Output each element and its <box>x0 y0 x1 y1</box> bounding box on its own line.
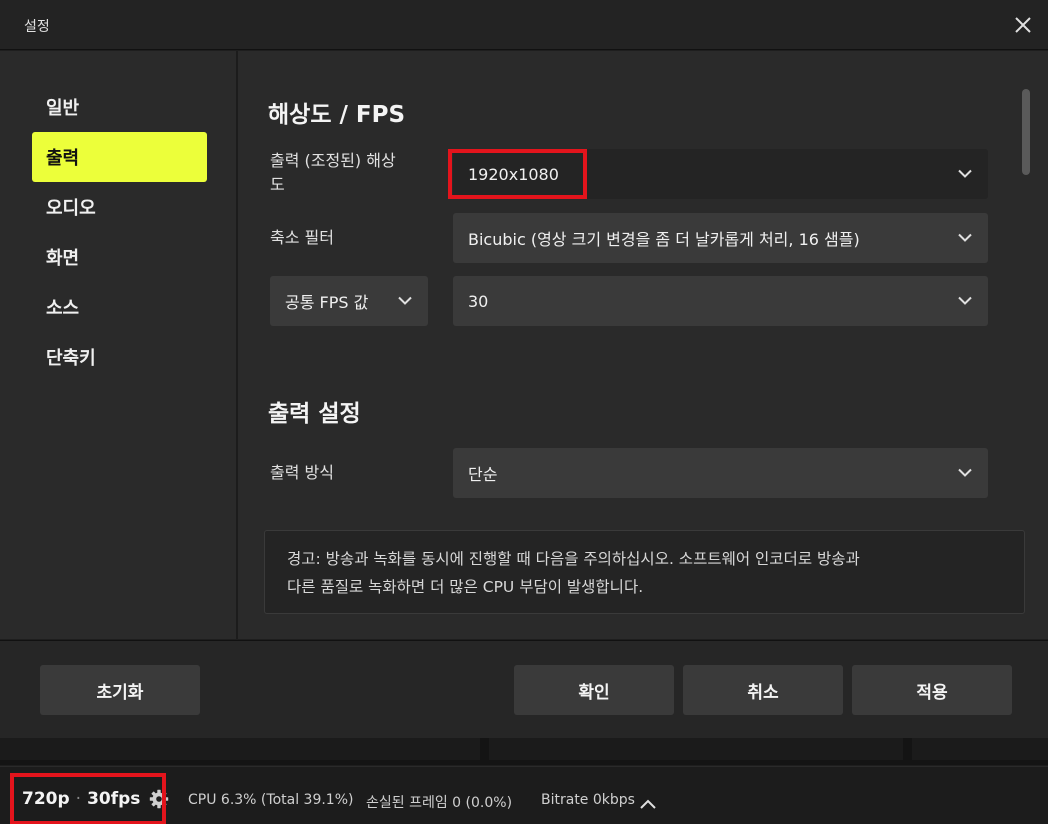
separator-dot: · <box>75 789 82 809</box>
sidebar-item-label: 화면 <box>46 248 80 269</box>
status-resolution: 720p <box>22 789 70 809</box>
sidebar-item-sources[interactable]: 소스 <box>32 282 207 332</box>
output-mode-select[interactable]: 단순 <box>453 448 988 498</box>
settings-body: 일반 출력 오디오 화면 소스 단축키 해상도 / FPS 출력 (조정된) 해… <box>0 51 1048 639</box>
output-mode-label: 출력 방식 <box>270 463 334 482</box>
sidebar-item-output[interactable]: 출력 <box>32 132 207 182</box>
filter-value: Bicubic (영상 크기 변경을 좀 더 날카롭게 처리, 16 샘플) <box>468 230 860 249</box>
sidebar-item-general[interactable]: 일반 <box>32 82 207 132</box>
reset-button[interactable]: 초기화 <box>40 665 200 715</box>
settings-content: 해상도 / FPS 출력 (조정된) 해상 도 1920x1080 축소 필터 … <box>240 51 1048 639</box>
resolution-label: 출력 (조정된) 해상 도 <box>270 149 396 197</box>
ok-button[interactable]: 확인 <box>514 665 674 715</box>
fps-type-value: 공통 FPS 값 <box>285 293 369 312</box>
sidebar-item-audio[interactable]: 오디오 <box>32 182 207 232</box>
downscale-filter-select[interactable]: Bicubic (영상 크기 변경을 좀 더 날카롭게 처리, 16 샘플) <box>453 213 988 263</box>
filter-label: 축소 필터 <box>270 228 334 247</box>
quality-indicator[interactable]: 720p · 30fps <box>22 789 169 809</box>
sidebar-item-video[interactable]: 화면 <box>32 232 207 282</box>
background-panel <box>912 738 1048 760</box>
sidebar-item-label: 출력 <box>46 148 80 169</box>
chevron-down-icon <box>958 233 972 243</box>
close-button[interactable] <box>1006 8 1040 42</box>
close-icon <box>1015 17 1031 33</box>
sidebar-item-label: 오디오 <box>46 198 96 219</box>
apply-button[interactable]: 적용 <box>852 665 1012 715</box>
scrollbar-thumb[interactable] <box>1022 89 1030 175</box>
warning-line1: 경고: 방송과 녹화를 동시에 진행할 때 다음을 주의하십시오. 소프트웨어 … <box>287 550 860 568</box>
background-panel <box>489 738 903 760</box>
cpu-usage: CPU 6.3% (Total 39.1%) <box>188 792 354 808</box>
output-mode-value: 단순 <box>468 465 498 484</box>
sidebar-item-hotkeys[interactable]: 단축키 <box>32 332 207 382</box>
chevron-down-icon <box>958 468 972 478</box>
chevron-up-icon[interactable] <box>640 794 656 813</box>
resolution-label-line2: 도 <box>270 175 285 194</box>
chevron-down-icon <box>398 296 412 306</box>
fps-value: 30 <box>468 291 489 311</box>
dropped-frames: 손실된 프레임 0 (0.0%) <box>366 795 513 811</box>
window-title: 설정 <box>24 19 50 35</box>
sidebar-item-label: 단축키 <box>46 348 96 369</box>
warning-line2: 다른 품질로 녹화하면 더 많은 CPU 부담이 발생합니다. <box>287 578 644 596</box>
fps-value-select[interactable]: 30 <box>453 276 988 326</box>
resolution-select[interactable]: 1920x1080 <box>453 149 988 199</box>
cancel-button[interactable]: 취소 <box>683 665 843 715</box>
status-fps: 30fps <box>87 789 141 809</box>
bitrate: Bitrate 0kbps <box>541 792 635 808</box>
settings-sidebar: 일반 출력 오디오 화면 소스 단축키 <box>0 51 238 639</box>
status-bar: 720p · 30fps CPU 6.3% (Total 39.1%) 손실된 … <box>0 766 1048 824</box>
sidebar-item-label: 소스 <box>46 298 80 319</box>
chevron-down-icon <box>958 296 972 306</box>
section-title-output: 출력 설정 <box>268 401 361 427</box>
warning-message: 경고: 방송과 녹화를 동시에 진행할 때 다음을 주의하십시오. 소프트웨어 … <box>264 530 1025 614</box>
chevron-down-icon <box>958 169 972 179</box>
resolution-label-line1: 출력 (조정된) 해상 <box>270 151 396 170</box>
dialog-footer: 초기화 확인 취소 적용 <box>0 640 1048 738</box>
background-panels <box>0 738 1048 765</box>
background-panel <box>0 738 480 760</box>
sidebar-item-label: 일반 <box>46 98 80 119</box>
gear-icon[interactable] <box>149 789 169 809</box>
section-title-resolution: 해상도 / FPS <box>268 102 406 128</box>
fps-type-select[interactable]: 공통 FPS 값 <box>270 276 428 326</box>
title-bar: 설정 <box>0 0 1048 50</box>
resolution-value: 1920x1080 <box>468 164 559 184</box>
